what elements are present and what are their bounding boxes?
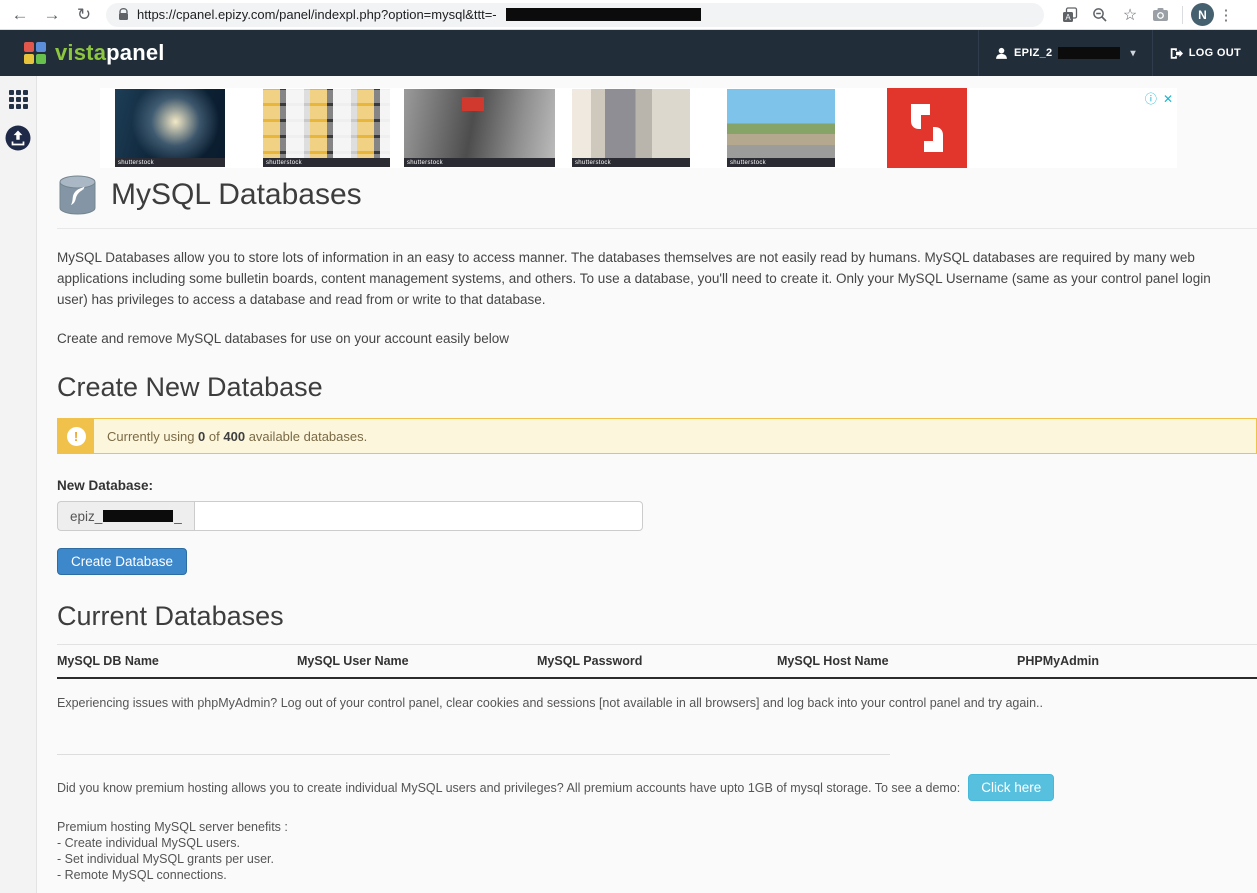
intro-secondary: Create and remove MySQL databases for us… [57, 331, 1257, 346]
shutterstock-watermark: shutterstock [727, 158, 835, 167]
ad-info-icon[interactable]: ⓘ [1145, 90, 1157, 107]
reload-icon[interactable]: ↻ [70, 2, 98, 28]
intro-paragraph: MySQL Databases allow you to store lots … [57, 247, 1242, 310]
new-database-input-group: epiz__ [57, 501, 643, 531]
ad-thumbnail-templates[interactable]: shutterstock [263, 89, 390, 167]
back-icon[interactable]: ← [6, 2, 34, 28]
divider [57, 754, 890, 755]
page-title: MySQL Databases [111, 178, 362, 212]
vistapanel-logo[interactable]: vistapanel [24, 40, 165, 66]
shutterstock-logo[interactable] [887, 88, 967, 168]
benefit-item: - Remote MySQL connections. [57, 867, 1257, 883]
account-dropdown[interactable]: EPIZ_2 ▾ [978, 30, 1152, 76]
col-password: MySQL Password [537, 645, 777, 679]
browser-toolbar: ← → ↻ https://cpanel.epizy.com/panel/ind… [0, 0, 1257, 30]
shutterstock-watermark: shutterstock [572, 158, 690, 167]
forward-icon[interactable]: → [38, 2, 66, 28]
logo-squares-icon [24, 42, 46, 64]
shutterstock-watermark: shutterstock [404, 158, 555, 167]
ad-banner: shutterstock shutterstock shutterstock s… [100, 88, 1177, 168]
shutterstock-watermark: shutterstock [115, 158, 225, 167]
premium-demo-row: Did you know premium hosting allows you … [57, 774, 1257, 801]
databases-table: MySQL DB Name MySQL User Name MySQL Pass… [57, 644, 1257, 679]
click-here-button[interactable]: Click here [968, 774, 1054, 801]
prefix-redaction [103, 510, 173, 522]
user-icon [995, 47, 1008, 60]
logo-text: vistapanel [55, 40, 165, 66]
ad-thumbnail-door[interactable]: shutterstock [115, 89, 225, 167]
username-label: EPIZ_2 [1014, 47, 1053, 59]
sidebar [0, 76, 37, 893]
new-database-input[interactable] [194, 501, 643, 531]
benefit-item: - Set individual MySQL grants per user. [57, 851, 1257, 867]
shutterstock-watermark: shutterstock [263, 158, 390, 167]
ad-choices: ⓘ ✕ [1145, 90, 1173, 107]
bookmark-star-icon[interactable]: ☆ [1116, 2, 1144, 28]
table-header-row: MySQL DB Name MySQL User Name MySQL Pass… [57, 645, 1257, 679]
browser-menu-icon[interactable]: ⋮ [1216, 6, 1236, 24]
new-database-label: New Database: [57, 478, 1257, 493]
databases-total-count: 400 [223, 429, 245, 444]
create-database-button[interactable]: Create Database [57, 548, 187, 575]
zoom-out-icon[interactable] [1086, 2, 1114, 28]
camera-extension-icon[interactable] [1146, 2, 1174, 28]
benefits-title: Premium hosting MySQL server benefits : [57, 819, 1257, 835]
premium-benefits: Premium hosting MySQL server benefits : … [57, 819, 1257, 883]
mysql-database-icon [57, 174, 98, 216]
logout-label: LOG OUT [1189, 47, 1241, 59]
logout-button[interactable]: LOG OUT [1152, 30, 1257, 76]
premium-demo-text: Did you know premium hosting allows you … [57, 781, 960, 795]
page-header: MySQL Databases [57, 174, 1257, 229]
address-bar[interactable]: https://cpanel.epizy.com/panel/indexpl.p… [106, 3, 1044, 27]
ad-thumbnail-street[interactable]: shutterstock [727, 89, 835, 167]
chevron-down-icon: ▾ [1130, 48, 1135, 59]
alert-text: Currently using 0 of 400 available datab… [94, 419, 367, 453]
col-phpmyadmin: PHPMyAdmin [1017, 645, 1257, 679]
collage-red-accent [462, 97, 484, 111]
main-content: shutterstock shutterstock shutterstock s… [37, 76, 1257, 893]
col-db-name: MySQL DB Name [57, 645, 297, 679]
alert-icon-box: ! [58, 419, 94, 453]
url-redaction [506, 8, 701, 21]
logout-icon [1169, 47, 1183, 60]
translate-icon[interactable]: A [1056, 2, 1084, 28]
apps-grid-icon[interactable] [9, 90, 28, 109]
toolbar-divider [1182, 6, 1183, 24]
col-host-name: MySQL Host Name [777, 645, 1017, 679]
database-prefix-addon: epiz__ [57, 501, 194, 531]
current-databases-heading: Current Databases [57, 601, 1257, 632]
url-text: https://cpanel.epizy.com/panel/indexpl.p… [137, 7, 497, 22]
lock-icon [118, 8, 129, 21]
create-database-heading: Create New Database [57, 372, 1257, 403]
browser-profile-avatar[interactable]: N [1191, 3, 1214, 26]
svg-text:A: A [1065, 13, 1071, 22]
ad-thumbnail-elevator[interactable]: shutterstock [572, 89, 690, 167]
username-redaction [1058, 47, 1120, 59]
ad-thumbnail-city-collage[interactable]: shutterstock [404, 89, 555, 167]
upload-icon[interactable] [5, 125, 31, 156]
databases-used-count: 0 [198, 429, 205, 444]
app-header: vistapanel EPIZ_2 ▾ LOG OUT [0, 30, 1257, 76]
ad-close-icon[interactable]: ✕ [1163, 92, 1173, 106]
phpmyadmin-note: Experiencing issues with phpMyAdmin? Log… [57, 696, 1257, 710]
warning-icon: ! [67, 427, 86, 446]
col-user-name: MySQL User Name [297, 645, 537, 679]
benefit-item: - Create individual MySQL users. [57, 835, 1257, 851]
usage-alert: ! Currently using 0 of 400 available dat… [57, 418, 1257, 454]
